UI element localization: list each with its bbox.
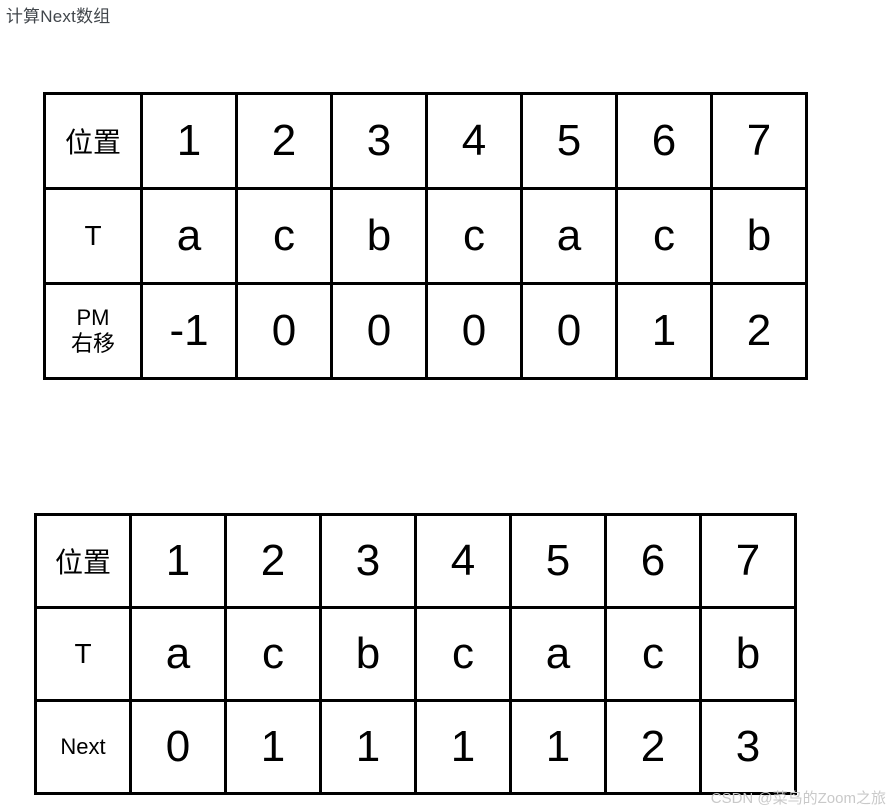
cell-t-3: b bbox=[319, 606, 417, 702]
cell-t-1: a bbox=[140, 187, 238, 285]
pm-shift-table: 位置 1 2 3 4 5 6 7 T a c b c a c b PM 右移 -1… bbox=[43, 92, 808, 380]
cell-position-6: 6 bbox=[604, 513, 702, 609]
cell-pm-7: 2 bbox=[710, 282, 808, 380]
cell-next-2: 1 bbox=[224, 699, 322, 795]
cell-position-6: 6 bbox=[615, 92, 713, 190]
cell-position-3: 3 bbox=[330, 92, 428, 190]
row-label-next: Next bbox=[34, 699, 132, 795]
table-row: 位置 1 2 3 4 5 6 7 bbox=[43, 92, 808, 190]
cell-next-5: 1 bbox=[509, 699, 607, 795]
cell-next-6: 2 bbox=[604, 699, 702, 795]
row-label-position: 位置 bbox=[43, 92, 143, 190]
table-row: T a c b c a c b bbox=[34, 606, 797, 702]
cell-position-2: 2 bbox=[224, 513, 322, 609]
cell-position-7: 7 bbox=[710, 92, 808, 190]
cell-t-6: c bbox=[615, 187, 713, 285]
cell-pm-1: -1 bbox=[140, 282, 238, 380]
cell-t-7: b bbox=[699, 606, 797, 702]
table-row: T a c b c a c b bbox=[43, 187, 808, 285]
table-row: Next 0 1 1 1 1 2 3 bbox=[34, 699, 797, 795]
cell-position-5: 5 bbox=[520, 92, 618, 190]
cell-position-2: 2 bbox=[235, 92, 333, 190]
cell-next-4: 1 bbox=[414, 699, 512, 795]
row-label-t: T bbox=[34, 606, 132, 702]
cell-next-1: 0 bbox=[129, 699, 227, 795]
cell-position-1: 1 bbox=[140, 92, 238, 190]
next-table: 位置 1 2 3 4 5 6 7 T a c b c a c b Next 0 … bbox=[34, 513, 797, 795]
cell-position-7: 7 bbox=[699, 513, 797, 609]
cell-position-4: 4 bbox=[425, 92, 523, 190]
cell-position-4: 4 bbox=[414, 513, 512, 609]
cell-position-1: 1 bbox=[129, 513, 227, 609]
cell-t-2: c bbox=[235, 187, 333, 285]
row-label-pm-shift: PM 右移 bbox=[43, 282, 143, 380]
cell-next-3: 1 bbox=[319, 699, 417, 795]
table-row: PM 右移 -1 0 0 0 0 1 2 bbox=[43, 282, 808, 380]
cell-t-4: c bbox=[425, 187, 523, 285]
cell-pm-6: 1 bbox=[615, 282, 713, 380]
cell-t-5: a bbox=[520, 187, 618, 285]
table-row: 位置 1 2 3 4 5 6 7 bbox=[34, 513, 797, 609]
cell-t-3: b bbox=[330, 187, 428, 285]
cell-pm-4: 0 bbox=[425, 282, 523, 380]
cell-t-4: c bbox=[414, 606, 512, 702]
row-label-t: T bbox=[43, 187, 143, 285]
cell-t-1: a bbox=[129, 606, 227, 702]
cell-t-6: c bbox=[604, 606, 702, 702]
cell-pm-3: 0 bbox=[330, 282, 428, 380]
cell-pm-5: 0 bbox=[520, 282, 618, 380]
cell-position-3: 3 bbox=[319, 513, 417, 609]
cell-t-5: a bbox=[509, 606, 607, 702]
cell-pm-2: 0 bbox=[235, 282, 333, 380]
cell-t-7: b bbox=[710, 187, 808, 285]
cell-position-5: 5 bbox=[509, 513, 607, 609]
page-title: . 计算Next数组 bbox=[0, 7, 111, 26]
row-label-position: 位置 bbox=[34, 513, 132, 609]
cell-next-7: 3 bbox=[699, 699, 797, 795]
row-label-pm-line1: PM bbox=[76, 305, 110, 330]
row-label-pm-line2: 右移 bbox=[70, 331, 115, 356]
cell-t-2: c bbox=[224, 606, 322, 702]
